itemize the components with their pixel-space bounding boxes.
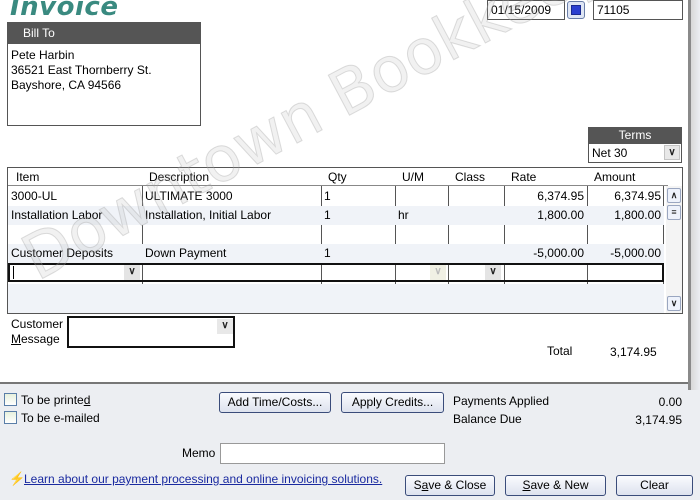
- bill-to-box[interactable]: Bill To Pete Harbin 36521 East Thornberr…: [7, 22, 201, 126]
- customer-message-label: Customer Message: [11, 317, 64, 346]
- customer-message-dropdown[interactable]: ∨: [67, 316, 235, 348]
- cell-qty: 1: [324, 189, 331, 203]
- cell-item: Customer Deposits: [11, 246, 114, 260]
- chevron-down-icon[interactable]: ∨: [217, 319, 233, 334]
- column-header-amount[interactable]: Amount: [594, 170, 635, 184]
- lightning-icon: ⚡: [9, 471, 26, 486]
- total-value: 3,174.95: [610, 345, 657, 359]
- cell-qty: 1: [324, 208, 331, 222]
- total-label: Total: [547, 344, 573, 358]
- cell-amount: 1,800.00: [614, 208, 661, 222]
- grid-scrollbar[interactable]: ∧ ≡ ∨: [666, 186, 682, 313]
- scroll-thumb[interactable]: ≡: [667, 205, 681, 220]
- calendar-icon: [571, 5, 581, 15]
- table-row[interactable]: 3000-UL ULTIMATE 3000 1 6,374.95 6,374.9…: [8, 187, 664, 206]
- bill-to-line: Pete Harbin: [11, 48, 75, 62]
- item-chevron-down-icon[interactable]: ∨: [124, 265, 140, 280]
- memo-input[interactable]: [220, 443, 445, 464]
- add-time-costs-button[interactable]: Add Time/Costs...: [219, 392, 331, 413]
- payments-applied-value: 0.00: [658, 395, 682, 409]
- scroll-down-icon[interactable]: ∨: [667, 296, 681, 311]
- line-items-grid: Item Description Qty U/M Class Rate Amou…: [7, 167, 683, 314]
- terms-dropdown[interactable]: Net 30 ∨: [588, 143, 682, 163]
- invoice-number-field[interactable]: 71105: [593, 0, 683, 20]
- table-row[interactable]: [8, 284, 664, 313]
- bill-to-address[interactable]: Pete Harbin 36521 East Thornberry St. Ba…: [8, 44, 200, 97]
- column-header-um[interactable]: U/M: [402, 170, 424, 184]
- clear-button[interactable]: Clear: [616, 475, 693, 496]
- grid-header: Item Description Qty U/M Class Rate Amou…: [8, 168, 668, 186]
- cell-qty: 1: [324, 246, 331, 260]
- form-title: Invoice: [10, 0, 119, 22]
- to-be-emailed-label[interactable]: To be e-mailed: [21, 411, 100, 425]
- cell-amount: -5,000.00: [610, 246, 661, 260]
- cell-item: 3000-UL: [11, 189, 58, 203]
- um-chevron-down-icon[interactable]: ∨: [430, 265, 446, 280]
- cell-item: Installation Labor: [11, 208, 103, 222]
- terms-label: Terms: [588, 127, 682, 143]
- column-header-class[interactable]: Class: [455, 170, 485, 184]
- cell-um: hr: [398, 208, 409, 222]
- table-row[interactable]: Customer Deposits Down Payment 1 -5,000.…: [8, 244, 664, 263]
- save-and-new-button[interactable]: Save & New: [505, 475, 606, 496]
- cell-description: Down Payment: [145, 246, 227, 260]
- cell-rate: 1,800.00: [537, 208, 584, 222]
- table-row[interactable]: Installation Labor Installation, Initial…: [8, 206, 664, 225]
- balance-due-value: 3,174.95: [635, 413, 682, 427]
- to-be-printed-checkbox[interactable]: [4, 393, 17, 406]
- chevron-down-icon[interactable]: ∨: [664, 145, 680, 160]
- column-header-qty[interactable]: Qty: [328, 170, 347, 184]
- column-header-description[interactable]: Description: [149, 170, 209, 184]
- column-header-item[interactable]: Item: [16, 170, 39, 184]
- to-be-printed-label[interactable]: To be printed: [21, 393, 90, 407]
- active-edit-row[interactable]: ∨ ∨ ∨: [8, 263, 664, 282]
- cell-rate: 6,374.95: [537, 189, 584, 203]
- memo-label: Memo: [182, 446, 216, 460]
- apply-credits-button[interactable]: Apply Credits...: [341, 392, 444, 413]
- bill-to-line: Bayshore, CA 94566: [11, 78, 122, 92]
- column-header-rate[interactable]: Rate: [511, 170, 536, 184]
- calendar-button[interactable]: [567, 1, 585, 19]
- payment-processing-link[interactable]: Learn about our payment processing and o…: [24, 472, 382, 486]
- cell-amount: 6,374.95: [614, 189, 661, 203]
- text-cursor: [13, 266, 14, 279]
- table-row[interactable]: [8, 225, 664, 244]
- window-right-border: [688, 0, 700, 390]
- to-be-emailed-checkbox[interactable]: [4, 411, 17, 424]
- cell-rate: -5,000.00: [533, 246, 584, 260]
- save-and-close-button[interactable]: Save & Close: [405, 475, 495, 496]
- scroll-up-icon[interactable]: ∧: [667, 188, 681, 203]
- cell-description: Installation, Initial Labor: [145, 208, 272, 222]
- terms-value: Net 30: [592, 146, 628, 160]
- bill-to-label: Bill To: [8, 23, 200, 44]
- bill-to-line: 36521 East Thornberry St.: [11, 63, 152, 77]
- date-field[interactable]: 01/15/2009: [487, 0, 565, 20]
- class-chevron-down-icon[interactable]: ∨: [485, 265, 501, 280]
- balance-due-label: Balance Due: [453, 412, 522, 426]
- cell-description: ULTIMATE 3000: [145, 189, 233, 203]
- payments-applied-label: Payments Applied: [453, 394, 550, 408]
